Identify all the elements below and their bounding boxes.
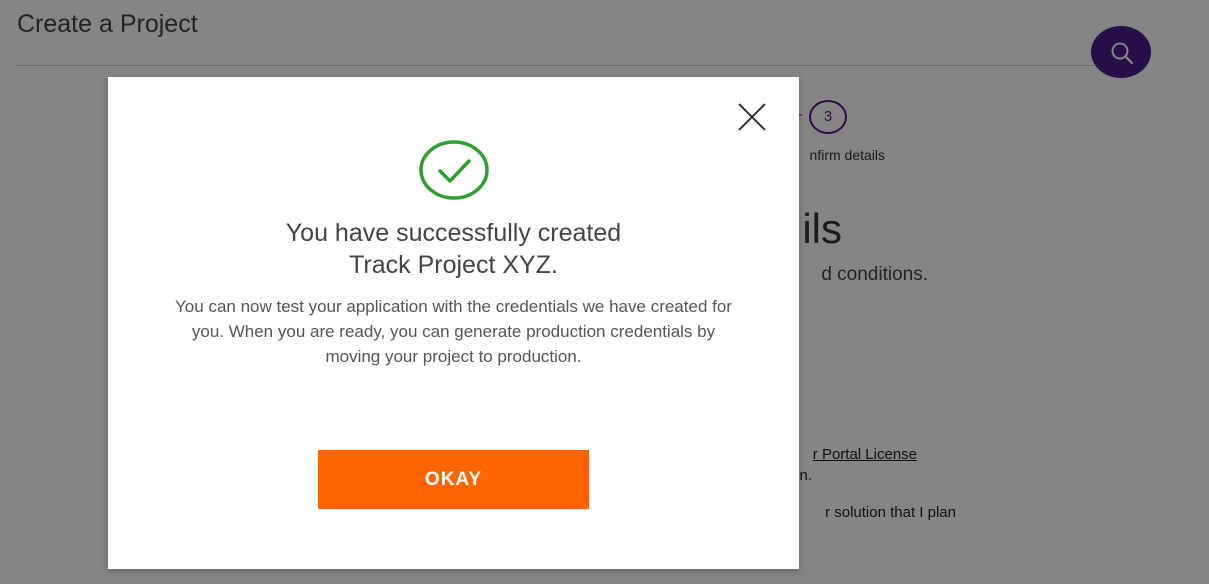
modal-title-line1: You have successfully created <box>285 219 622 247</box>
close-icon <box>738 103 766 131</box>
modal-body-text: You can now test your application with t… <box>175 297 732 366</box>
success-modal: You have successfully created Track Proj… <box>108 77 799 569</box>
close-button[interactable] <box>736 101 768 133</box>
okay-button[interactable]: OKAY <box>318 450 589 509</box>
check-circle-icon <box>419 140 489 200</box>
modal-title-line2: Track Project XYZ. <box>349 251 558 279</box>
modal-title: You have successfully created Track Proj… <box>108 217 799 281</box>
